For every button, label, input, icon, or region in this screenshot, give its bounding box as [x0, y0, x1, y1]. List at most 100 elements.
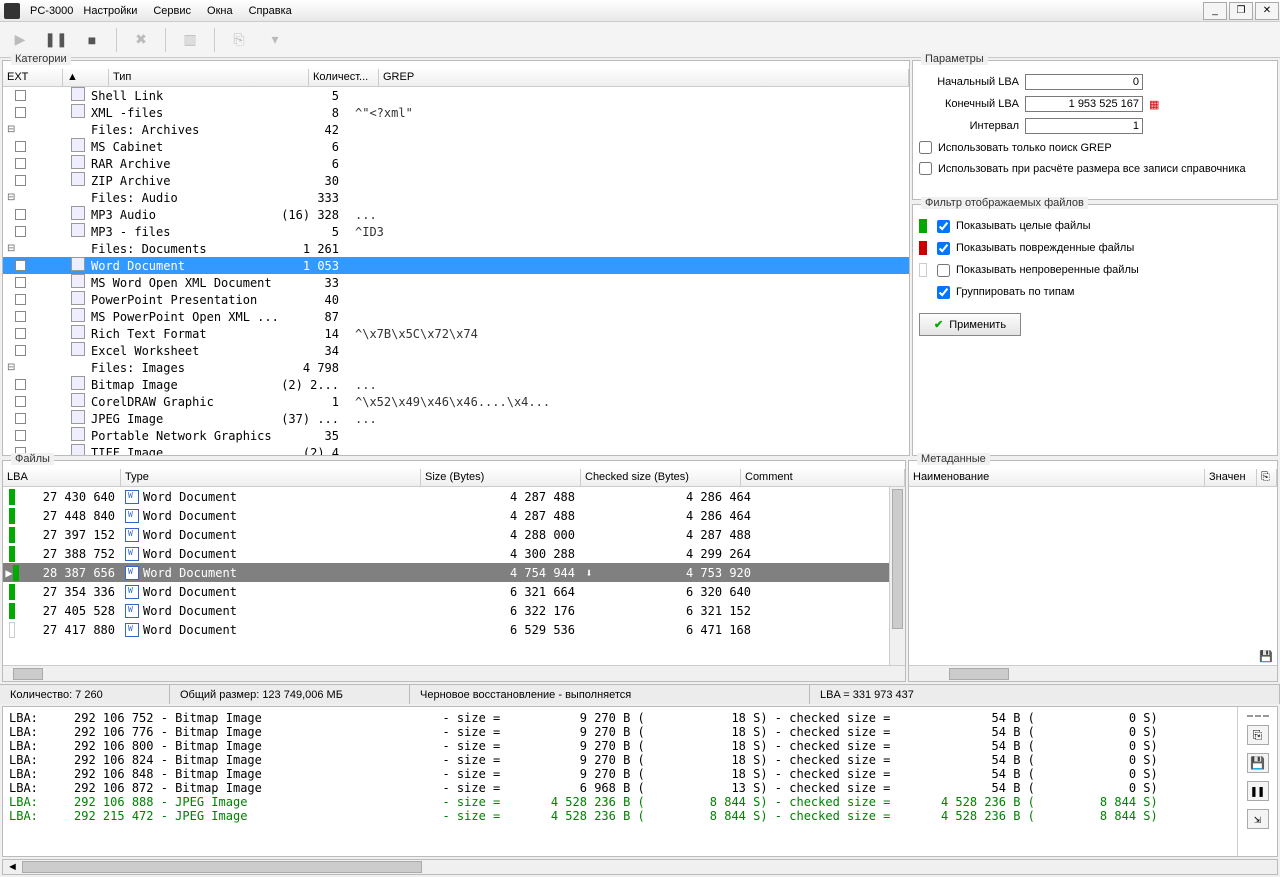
menu-settings[interactable]: Настройки	[83, 5, 137, 17]
category-row[interactable]: MP3 - files5^ID3	[3, 223, 909, 240]
file-csize: 6 471 168	[597, 623, 757, 637]
category-row[interactable]: ⊟ Files: Documents1 261	[3, 240, 909, 257]
copy-button[interactable]: ⎘	[227, 28, 251, 52]
log-line: LBA: 292 106 752 - Bitmap Image - size =…	[9, 711, 1231, 725]
file-csize: 4 286 464	[597, 509, 757, 523]
log-body[interactable]: LBA: 292 106 752 - Bitmap Image - size =…	[3, 707, 1237, 856]
fcol-lba[interactable]: LBA	[3, 469, 121, 486]
file-row[interactable]: 27 405 528Word Document6 322 1766 321 15…	[3, 601, 889, 620]
file-icon	[71, 155, 85, 169]
file-type: Word Document	[143, 528, 237, 542]
category-row[interactable]: CorelDRAW Graphic1^\x52\x49\x46\x46....\…	[3, 393, 909, 410]
category-count: (16) 328	[277, 208, 347, 222]
file-row[interactable]: 27 430 640Word Document4 287 4884 286 46…	[3, 487, 889, 506]
start-lba-input[interactable]	[1025, 74, 1143, 90]
col-count[interactable]: Количест...	[309, 69, 379, 86]
max-lba-icon[interactable]: ▦	[1149, 98, 1159, 111]
file-row[interactable]: 27 397 152Word Document4 288 0004 287 48…	[3, 525, 889, 544]
category-row[interactable]: Word Document1 053	[3, 257, 909, 274]
file-row[interactable]: 27 417 880Word Document6 529 5366 471 16…	[3, 620, 889, 639]
col-type[interactable]: Тип	[109, 69, 309, 86]
interval-input[interactable]	[1025, 118, 1143, 134]
dropdown-icon[interactable]: ▾	[263, 28, 287, 52]
category-row[interactable]: MS Cabinet6	[3, 138, 909, 155]
category-row[interactable]: PowerPoint Presentation40	[3, 291, 909, 308]
category-row[interactable]: ZIP Archive30	[3, 172, 909, 189]
col-sort-icon[interactable]: ▲	[63, 69, 109, 86]
category-row[interactable]: ⊟ Files: Images4 798	[3, 359, 909, 376]
file-size: 4 754 944	[421, 566, 581, 580]
log-pause-icon[interactable]: ❚❚	[1247, 781, 1269, 801]
file-icon	[71, 427, 85, 441]
meta-copy-icon[interactable]: ⎘	[1257, 469, 1277, 486]
file-row[interactable]: ▶28 387 656Word Document4 754 944⬇4 753 …	[3, 563, 889, 582]
meta-hscroll[interactable]	[909, 665, 1277, 681]
menu-windows[interactable]: Окна	[207, 5, 233, 17]
files-list[interactable]: 27 430 640Word Document4 287 4884 286 46…	[3, 487, 889, 665]
all-records-checkbox[interactable]	[919, 162, 932, 175]
columns-button[interactable]: ▥	[178, 28, 202, 52]
category-row[interactable]: RAR Archive6	[3, 155, 909, 172]
category-name: ZIP Archive	[87, 174, 277, 188]
category-row[interactable]: ⊟ Files: Archives42	[3, 121, 909, 138]
fcol-type[interactable]: Type	[121, 469, 421, 486]
file-lba: 27 354 336	[21, 585, 121, 599]
file-icon	[71, 410, 85, 424]
status-lba: LBA = 331 973 437	[810, 685, 1280, 704]
category-name: XML -files	[87, 106, 277, 120]
stop-button[interactable]: ■	[80, 28, 104, 52]
filter-unchecked-checkbox[interactable]	[937, 264, 950, 277]
titlebar: PC-3000 Настройки Сервис Окна Справка _ …	[0, 0, 1280, 22]
category-row[interactable]: Shell Link5	[3, 87, 909, 104]
category-row[interactable]: MP3 Audio(16) 328...	[3, 206, 909, 223]
apply-button[interactable]: ✔ Применить	[919, 313, 1021, 336]
col-grep[interactable]: GREP	[379, 69, 909, 86]
metadata-header: Наименование Значен ⎘	[909, 469, 1277, 487]
end-lba-input[interactable]	[1025, 96, 1143, 112]
category-row[interactable]: Excel Worksheet34	[3, 342, 909, 359]
file-csize: 4 299 264	[597, 547, 757, 561]
meta-save-icon[interactable]: 💾	[1259, 651, 1273, 663]
file-row[interactable]: 27 354 336Word Document6 321 6646 320 64…	[3, 582, 889, 601]
fcol-size[interactable]: Size (Bytes)	[421, 469, 581, 486]
grep-only-checkbox[interactable]	[919, 141, 932, 154]
log-copy-icon[interactable]: ⎘	[1247, 725, 1269, 745]
menu-help[interactable]: Справка	[249, 5, 292, 17]
pause-button[interactable]: ❚❚	[44, 28, 68, 52]
category-row[interactable]: TIFF Image(2) 4	[3, 444, 909, 455]
category-row[interactable]: ⊟ Files: Audio333	[3, 189, 909, 206]
category-grep: ^\x7B\x5C\x72\x74	[347, 327, 909, 341]
minimize-button[interactable]: _	[1203, 2, 1227, 20]
log-hscroll[interactable]: ◄	[2, 859, 1278, 875]
file-row[interactable]: 27 388 752Word Document4 300 2884 299 26…	[3, 544, 889, 563]
mcol-name[interactable]: Наименование	[909, 469, 1205, 486]
filter-damaged-checkbox[interactable]	[937, 242, 950, 255]
log-line: LBA: 292 106 888 - JPEG Image - size = 4…	[9, 795, 1231, 809]
fcol-comment[interactable]: Comment	[741, 469, 905, 486]
categories-list[interactable]: Shell Link5 XML -files8^"<?xml"⊟ Files: …	[3, 87, 909, 455]
maximize-button[interactable]: ❐	[1229, 2, 1253, 20]
category-row[interactable]: XML -files8^"<?xml"	[3, 104, 909, 121]
col-ext[interactable]: EXT	[3, 69, 63, 86]
category-row[interactable]: MS PowerPoint Open XML ...87	[3, 308, 909, 325]
category-row[interactable]: MS Word Open XML Document33	[3, 274, 909, 291]
mcol-value[interactable]: Значен	[1205, 469, 1257, 486]
fcol-csize[interactable]: Checked size (Bytes)	[581, 469, 741, 486]
menu-service[interactable]: Сервис	[153, 5, 191, 17]
log-export-icon[interactable]: ⇲	[1247, 809, 1269, 829]
files-hscroll[interactable]	[3, 665, 905, 681]
status-size: Общий размер: 123 749,006 МБ	[170, 685, 410, 704]
file-row[interactable]: 27 448 840Word Document4 287 4884 286 46…	[3, 506, 889, 525]
play-button[interactable]: ▶	[8, 28, 32, 52]
category-row[interactable]: Bitmap Image(2) 2......	[3, 376, 909, 393]
filter-group-checkbox[interactable]	[937, 286, 950, 299]
filter-whole-checkbox[interactable]	[937, 220, 950, 233]
tools-button[interactable]: ✖	[129, 28, 153, 52]
files-scrollbar[interactable]	[889, 487, 905, 665]
close-button[interactable]: ✕	[1255, 2, 1279, 20]
category-row[interactable]: Portable Network Graphics35	[3, 427, 909, 444]
category-row[interactable]: Rich Text Format14^\x7B\x5C\x72\x74	[3, 325, 909, 342]
category-grep: ^\x52\x49\x46\x46....\x4...	[347, 395, 909, 409]
category-row[interactable]: JPEG Image(37) ......	[3, 410, 909, 427]
log-save-icon[interactable]: 💾	[1247, 753, 1269, 773]
